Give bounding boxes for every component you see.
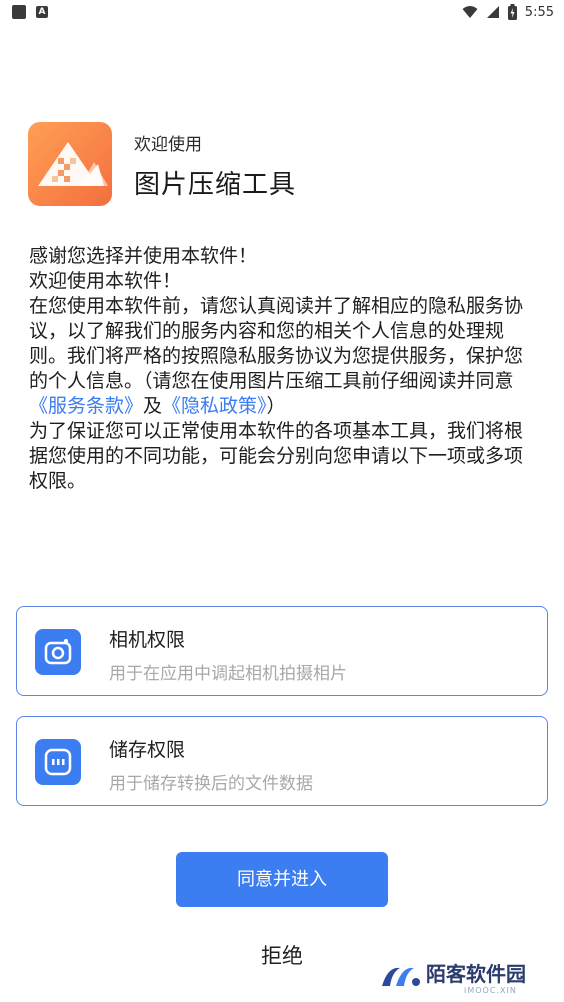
watermark-logo-icon: [382, 967, 420, 986]
notification-app-icon: [12, 5, 26, 19]
privacy-policy-link[interactable]: 《隐私政策》: [162, 395, 267, 417]
status-right: 5:55: [462, 4, 554, 20]
permission-paragraph: 为了保证您可以正常使用本软件的各项基本工具，我们将根据您使用的不同功能，可能会分…: [29, 420, 524, 492]
terms-link[interactable]: 《服务条款》: [29, 395, 143, 417]
agree-button[interactable]: 同意并进入: [176, 852, 388, 907]
signal-icon: [486, 6, 499, 18]
privacy-intro: 感谢您选择并使用本软件！ 欢迎使用本软件！ 在您使用本软件前，请您认真阅读并了解…: [29, 244, 535, 494]
status-time: 5:55: [524, 4, 554, 20]
welcome-label: 欢迎使用: [134, 135, 202, 155]
battery-icon: [507, 4, 517, 20]
storage-permission-desc: 用于储存转换后的文件数据: [109, 774, 313, 794]
storage-permission-card: 储存权限 用于储存转换后的文件数据: [16, 716, 548, 806]
camera-permission-desc: 用于在应用中调起相机拍摄相片: [109, 664, 347, 684]
wifi-icon: [462, 6, 478, 18]
camera-icon: [35, 629, 81, 675]
camera-permission-title: 相机权限: [109, 629, 186, 651]
app-name: 图片压缩工具: [134, 170, 297, 200]
storage-permission-title: 储存权限: [109, 739, 186, 761]
status-bar: A 5:55: [0, 0, 564, 26]
thanks-line: 感谢您选择并使用本软件！: [29, 245, 258, 267]
watermark: 陌客软件园 IMOOC.XIN: [378, 956, 558, 998]
and-text: 及: [143, 395, 163, 417]
status-left: A: [12, 5, 48, 19]
camera-permission-card: 相机权限 用于在应用中调起相机拍摄相片: [16, 606, 548, 696]
storage-icon: [35, 739, 81, 785]
app-logo-icon: [28, 122, 112, 206]
close-paren: ）: [266, 395, 286, 417]
reject-button[interactable]: 拒绝: [232, 938, 332, 972]
watermark-text: 陌客软件园: [426, 962, 526, 986]
notification-a-icon: A: [36, 6, 48, 18]
welcome-line: 欢迎使用本软件！: [29, 270, 182, 292]
privacy-text: 在您使用本软件前，请您认真阅读并了解相应的隐私服务协议，以了解我们的服务内容和您…: [29, 295, 524, 392]
watermark-sub: IMOOC.XIN: [464, 986, 517, 995]
privacy-paragraph: 在您使用本软件前，请您认真阅读并了解相应的隐私服务协议，以了解我们的服务内容和您…: [29, 294, 535, 419]
app-header: 欢迎使用 图片压缩工具: [28, 122, 528, 206]
